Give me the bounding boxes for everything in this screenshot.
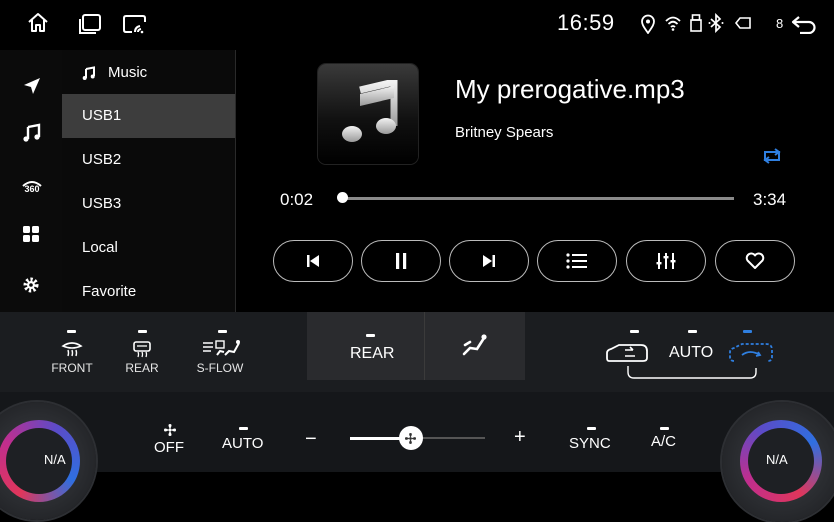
air-mode-link-line	[626, 366, 758, 380]
source-item-usb2[interactable]: USB2	[62, 138, 235, 182]
fan-off-button[interactable]: OFF	[154, 439, 184, 456]
indicator-dash	[218, 330, 227, 333]
equalizer-button[interactable]	[626, 240, 706, 282]
source-list-header: Music	[82, 64, 147, 81]
pause-button[interactable]	[361, 240, 441, 282]
rear-climate-button[interactable]: REAR	[350, 345, 394, 363]
source-list: Music USB1 USB2 USB3 Local Favorite	[62, 50, 235, 312]
total-time: 3:34	[753, 190, 787, 209]
divider	[235, 50, 236, 312]
pause-icon	[394, 252, 408, 270]
indicator-dash	[67, 330, 76, 333]
home-icon[interactable]	[26, 11, 50, 35]
recirculation-icon[interactable]	[728, 341, 774, 365]
s-flow-icon[interactable]	[201, 339, 243, 357]
skip-previous-icon	[306, 254, 320, 268]
track-title: My prerogative.mp3	[455, 74, 685, 104]
skip-next-icon	[482, 254, 496, 268]
wifi-icon	[664, 14, 682, 32]
indicator-dash	[587, 427, 596, 430]
fan-icon	[164, 424, 176, 436]
equalizer-icon	[656, 252, 676, 270]
rear-defrost-icon[interactable]	[132, 340, 152, 358]
source-list-title: Music	[108, 64, 148, 81]
source-item-usb1[interactable]: USB1	[62, 94, 235, 138]
repeat-icon[interactable]	[761, 148, 783, 164]
indicator-dash	[138, 330, 147, 333]
front-defrost-label: FRONT	[51, 361, 93, 375]
outside-air-icon[interactable]	[605, 341, 649, 365]
next-button[interactable]	[449, 240, 529, 282]
music-icon[interactable]	[22, 123, 42, 143]
screen-mirror-icon[interactable]	[122, 13, 148, 35]
sync-button[interactable]: SYNC	[569, 435, 611, 452]
settings-icon[interactable]	[22, 276, 40, 294]
elapsed-time: 0:02	[280, 190, 314, 209]
fan-decrease-button[interactable]: −	[305, 428, 317, 451]
indicator-dash	[366, 334, 375, 337]
climate-auto-button[interactable]: AUTO	[669, 344, 713, 362]
seat-airflow-icon[interactable]	[462, 334, 488, 356]
indicator-dash	[630, 330, 639, 333]
divider	[424, 312, 425, 380]
apps-icon[interactable]	[22, 225, 40, 243]
fan-icon	[405, 432, 417, 444]
progress-handle[interactable]	[336, 192, 348, 203]
album-music-note-icon	[340, 80, 398, 146]
rear-center-panel	[307, 312, 525, 380]
source-item-local[interactable]: Local	[62, 226, 235, 270]
clock: 16:59	[557, 10, 615, 35]
fan-level-handle[interactable]	[398, 426, 423, 450]
previous-button[interactable]	[273, 240, 353, 282]
music-note-icon	[82, 65, 96, 80]
rear-defrost-label: REAR	[125, 361, 159, 375]
svg-text:360: 360	[24, 184, 39, 194]
left-nav-rail: 360	[0, 50, 62, 312]
left-temp-value: N/A	[44, 452, 66, 467]
s-flow-label: S-FLOW	[196, 361, 244, 375]
heart-icon	[745, 252, 765, 270]
favorite-button[interactable]	[715, 240, 795, 282]
usb-icon	[689, 14, 703, 32]
navigation-icon[interactable]	[22, 76, 42, 96]
album-art	[318, 64, 418, 164]
front-defrost-icon[interactable]	[61, 340, 83, 358]
indicator-dash	[660, 427, 669, 430]
track-artist: Britney Spears	[455, 124, 554, 141]
battery-icon	[734, 15, 752, 31]
status-bar: 16:59 8	[0, 0, 834, 50]
source-item-favorite[interactable]: Favorite	[62, 270, 235, 314]
recent-apps-icon[interactable]	[78, 13, 102, 35]
fan-increase-button[interactable]: +	[514, 426, 526, 449]
indicator-dash	[688, 330, 697, 333]
fan-auto-button[interactable]: AUTO	[222, 435, 263, 452]
location-icon	[640, 14, 656, 34]
source-item-usb3[interactable]: USB3	[62, 182, 235, 226]
right-temp-value: N/A	[766, 452, 788, 467]
ac-button[interactable]: A/C	[651, 433, 676, 450]
bluetooth-icon	[708, 13, 724, 33]
list-icon	[566, 253, 588, 269]
progress-track[interactable]	[338, 197, 734, 200]
camera-360-icon[interactable]: 360	[21, 176, 43, 194]
indicator-dash	[239, 427, 248, 430]
indicator-dash-active	[743, 330, 752, 333]
battery-level: 8	[776, 16, 784, 31]
playlist-button[interactable]	[537, 240, 617, 282]
back-icon[interactable]	[790, 14, 818, 34]
